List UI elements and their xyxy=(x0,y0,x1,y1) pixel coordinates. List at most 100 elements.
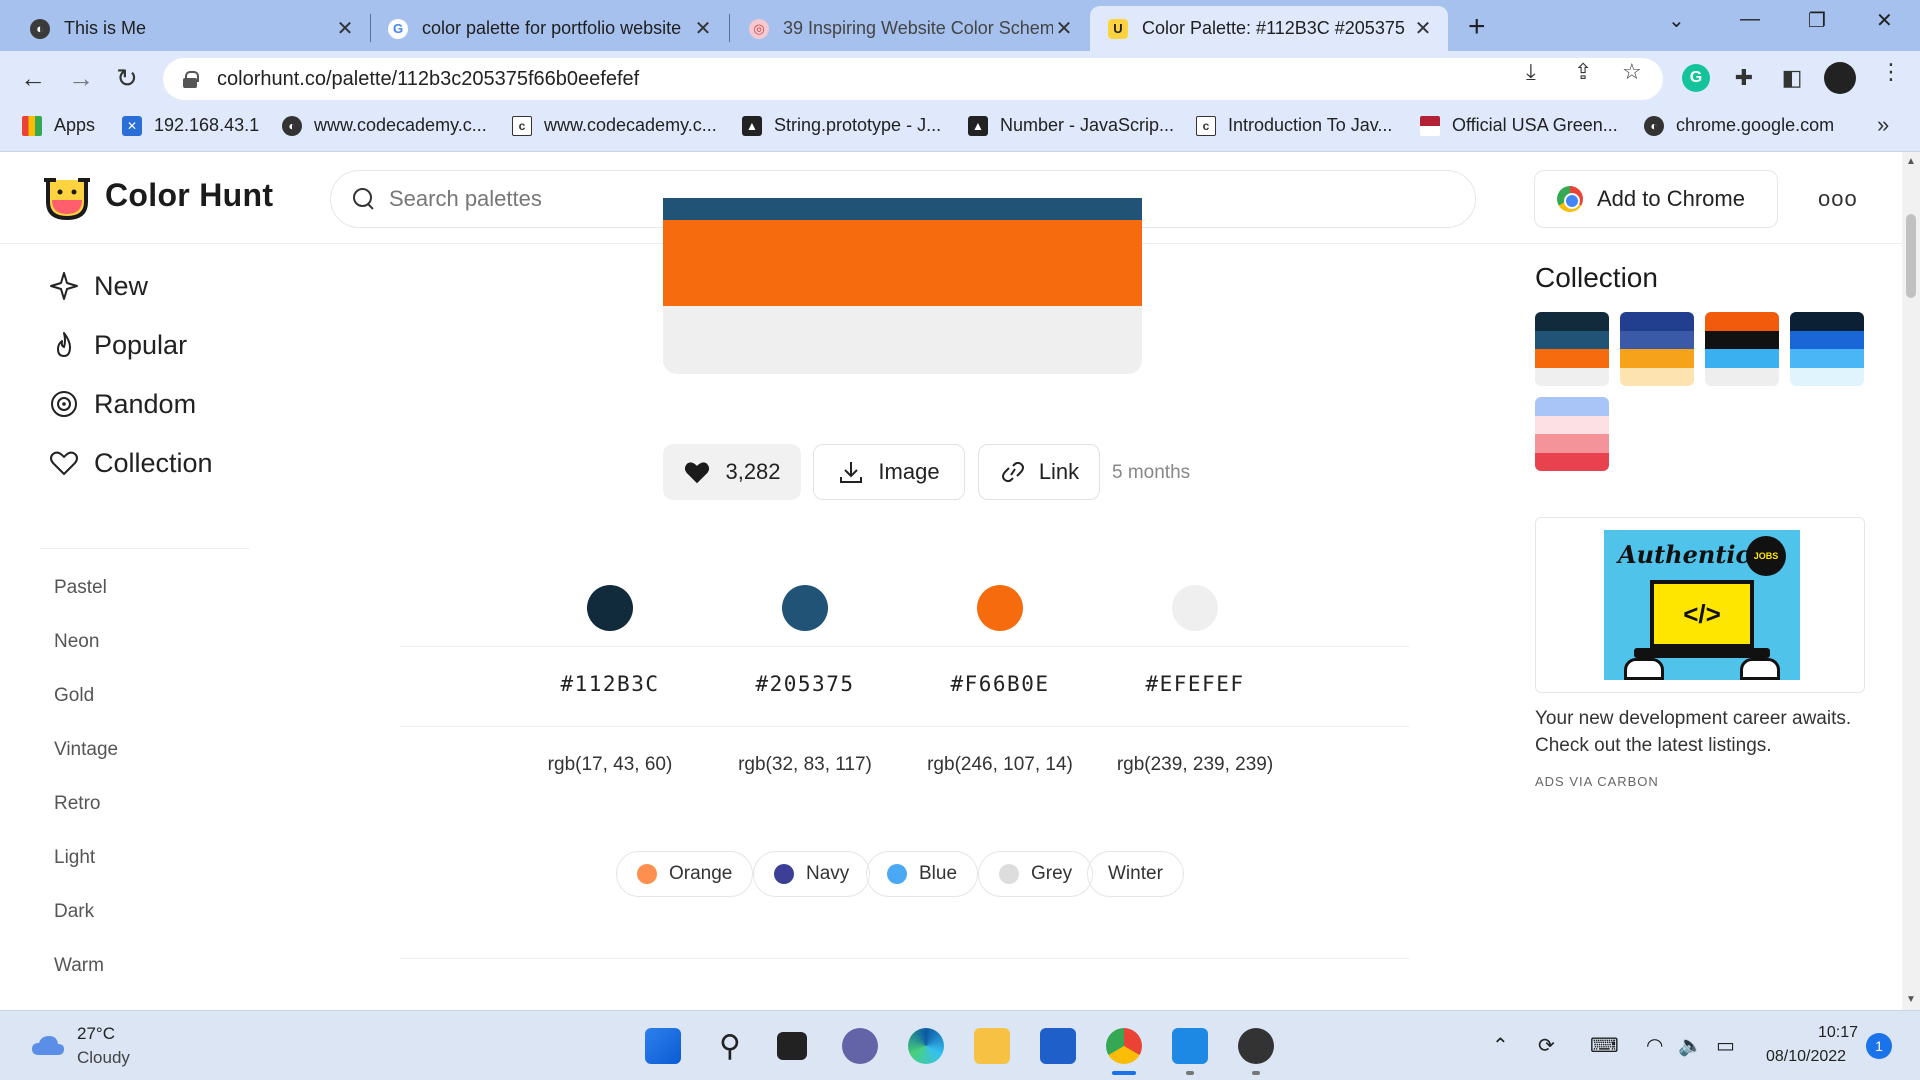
nav-collection[interactable]: Collection xyxy=(48,447,213,479)
minimize-icon[interactable]: — xyxy=(1740,8,1760,31)
file-explorer-icon[interactable] xyxy=(974,1028,1010,1064)
media-player-icon[interactable] xyxy=(1238,1028,1274,1064)
close-tab-icon[interactable]: ✕ xyxy=(692,16,714,41)
weather-condition[interactable]: Cloudy xyxy=(77,1048,130,1068)
category-light[interactable]: Light xyxy=(54,847,95,869)
bookmark-star-icon[interactable]: ☆ xyxy=(1622,59,1642,85)
like-button[interactable]: 3,282 xyxy=(663,444,801,500)
install-app-icon[interactable]: ⤓ xyxy=(1526,59,1536,85)
add-to-chrome-button[interactable]: Add to Chrome xyxy=(1534,170,1778,228)
clock-date[interactable]: 08/10/2022 xyxy=(1766,1048,1846,1066)
color-swatch[interactable] xyxy=(587,585,633,631)
collection-card[interactable] xyxy=(1620,312,1694,386)
chrome-icon[interactable] xyxy=(1106,1028,1142,1064)
bookmark-intro-js[interactable]: c Introduction To Jav... xyxy=(1196,115,1392,136)
download-image-button[interactable]: Image xyxy=(813,444,965,500)
bookmarks-overflow-icon[interactable]: » xyxy=(1877,112,1889,138)
tab-search-icon[interactable]: ⌄ xyxy=(1668,8,1685,33)
grammarly-icon[interactable]: G xyxy=(1682,64,1710,92)
tag-orange[interactable]: Orange xyxy=(616,851,754,897)
ads-via-carbon[interactable]: ADS VIA CARBON xyxy=(1535,774,1659,789)
bookmark-codecademy-2[interactable]: c www.codecademy.c... xyxy=(512,115,717,136)
collection-card[interactable] xyxy=(1790,312,1864,386)
microsoft-store-icon[interactable] xyxy=(1040,1028,1076,1064)
ad-image[interactable]: Authentic JOBS </> xyxy=(1604,530,1800,680)
scroll-down-icon[interactable]: ▼ xyxy=(1906,994,1916,1005)
rgb-code[interactable]: rgb(32, 83, 117) xyxy=(710,754,900,776)
volume-icon[interactable]: 🔈 xyxy=(1678,1033,1703,1058)
tab-this-is-me[interactable]: ◐ This is Me ✕ xyxy=(0,6,370,51)
teams-chat-icon[interactable] xyxy=(842,1028,878,1064)
tag-winter[interactable]: Winter xyxy=(1087,851,1184,897)
address-bar[interactable]: colorhunt.co/palette/112b3c205375f66b0ee… xyxy=(163,58,1663,100)
ad-text[interactable]: Your new development career awaits. Chec… xyxy=(1535,705,1875,759)
collection-card[interactable] xyxy=(1535,397,1609,471)
weather-temperature[interactable]: 27°C xyxy=(77,1024,115,1044)
menu-icon[interactable]: ⋮ xyxy=(1880,59,1902,85)
wifi-icon[interactable]: ◠ xyxy=(1646,1033,1663,1058)
palette-stripe-2[interactable] xyxy=(663,198,1142,220)
profile-avatar[interactable] xyxy=(1824,62,1856,94)
tab-inspiring-color-schemes[interactable]: ◎ 39 Inspiring Website Color Schemes ✕ xyxy=(731,6,1089,51)
tag-navy[interactable]: Navy xyxy=(753,851,871,897)
sync-icon[interactable]: ⟳ xyxy=(1538,1033,1555,1058)
task-view-icon[interactable] xyxy=(777,1032,807,1060)
category-neon[interactable]: Neon xyxy=(54,631,99,653)
search-icon[interactable]: ⚲ xyxy=(712,1028,748,1064)
color-swatch[interactable] xyxy=(1172,585,1218,631)
rgb-code[interactable]: rgb(239, 239, 239) xyxy=(1100,754,1290,776)
category-retro[interactable]: Retro xyxy=(54,793,100,815)
windows-start-icon[interactable] xyxy=(645,1028,681,1064)
category-pastel[interactable]: Pastel xyxy=(54,577,107,599)
category-gold[interactable]: Gold xyxy=(54,685,94,707)
tag-grey[interactable]: Grey xyxy=(978,851,1094,897)
scroll-up-icon[interactable]: ▲ xyxy=(1906,156,1916,167)
bookmark-router[interactable]: ✕ 192.168.43.1 xyxy=(122,115,259,136)
back-icon[interactable]: ← xyxy=(20,63,46,94)
tray-overflow-icon[interactable]: ⌃ xyxy=(1492,1033,1509,1058)
tag-blue[interactable]: Blue xyxy=(866,851,979,897)
hex-code[interactable]: #EFEFEF xyxy=(1100,672,1290,696)
vscode-icon[interactable] xyxy=(1172,1028,1208,1064)
battery-icon[interactable]: ▭ xyxy=(1716,1033,1735,1058)
extensions-icon[interactable]: ✚ xyxy=(1730,64,1758,92)
color-swatch[interactable] xyxy=(977,585,1023,631)
scrollbar-thumb[interactable] xyxy=(1906,214,1916,298)
bookmark-usa-green[interactable]: Official USA Green... xyxy=(1420,115,1618,136)
color-swatch[interactable] xyxy=(782,585,828,631)
edge-icon[interactable] xyxy=(908,1028,944,1064)
new-tab-button[interactable]: + xyxy=(1468,10,1486,44)
hex-code[interactable]: #F66B0E xyxy=(905,672,1095,696)
colorhunt-logo-icon[interactable] xyxy=(42,172,92,222)
share-icon[interactable]: ⇪ xyxy=(1574,59,1592,85)
bookmark-string-prototype[interactable]: ▲ String.prototype - J... xyxy=(742,115,941,136)
close-window-icon[interactable]: ✕ xyxy=(1876,8,1893,33)
hex-code[interactable]: #205375 xyxy=(710,672,900,696)
palette-preview[interactable] xyxy=(663,198,1142,374)
reload-icon[interactable]: ↻ xyxy=(116,63,138,94)
side-panel-icon[interactable]: ◧ xyxy=(1778,64,1806,92)
cloud-icon[interactable] xyxy=(30,1033,66,1057)
rgb-code[interactable]: rgb(246, 107, 14) xyxy=(905,754,1095,776)
nav-random[interactable]: Random xyxy=(48,388,196,420)
bookmark-chrome-google[interactable]: ◐ chrome.google.com xyxy=(1644,115,1834,136)
close-tab-icon[interactable]: ✕ xyxy=(1053,16,1075,41)
close-tab-icon[interactable]: ✕ xyxy=(1412,16,1434,41)
nav-popular[interactable]: Popular xyxy=(48,329,187,361)
tab-color-palette-active[interactable]: U Color Palette: #112B3C #205375 ✕ xyxy=(1090,6,1448,51)
tab-color-palette-search[interactable]: G color palette for portfolio website ✕ xyxy=(372,6,728,51)
keyboard-icon[interactable]: ⌨ xyxy=(1590,1033,1619,1058)
close-tab-icon[interactable]: ✕ xyxy=(334,16,356,41)
palette-stripe-3[interactable] xyxy=(663,220,1142,306)
collection-card[interactable] xyxy=(1535,312,1609,386)
bookmark-number-js[interactable]: ▲ Number - JavaScrip... xyxy=(968,115,1174,136)
nav-new[interactable]: New xyxy=(48,270,148,302)
clock-time[interactable]: 10:17 xyxy=(1818,1024,1858,1042)
page-scrollbar[interactable]: ▲ ▼ xyxy=(1902,152,1920,1010)
category-dark[interactable]: Dark xyxy=(54,901,94,923)
forward-icon[interactable]: → xyxy=(68,63,94,94)
copy-link-button[interactable]: Link xyxy=(978,444,1100,500)
bookmark-apps[interactable]: Apps xyxy=(22,115,95,136)
notification-badge[interactable]: 1 xyxy=(1866,1033,1892,1059)
category-vintage[interactable]: Vintage xyxy=(54,739,118,761)
